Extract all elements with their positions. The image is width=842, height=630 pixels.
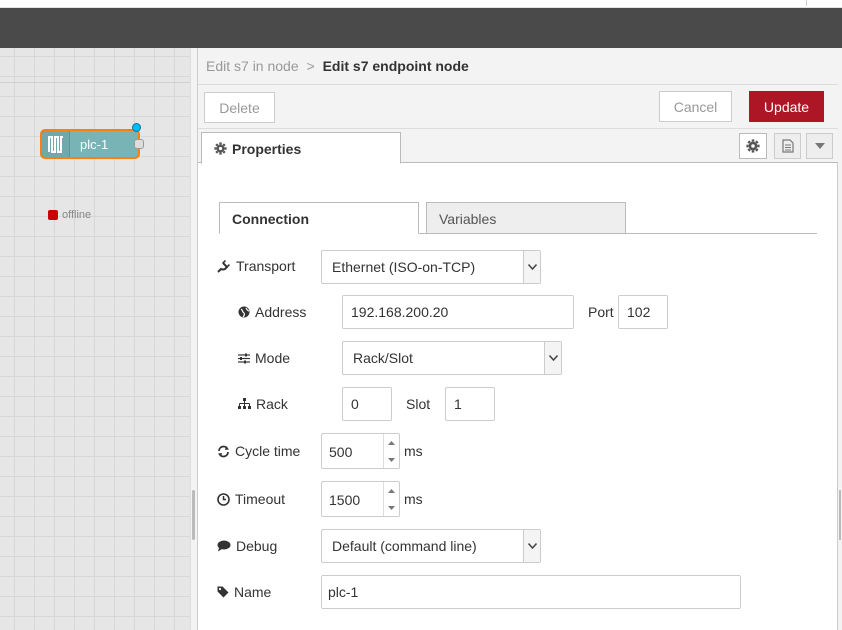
tab-properties-label: Properties — [232, 141, 302, 157]
chevron-down-icon — [548, 355, 558, 361]
flow-node-plc[interactable]: plc-1 — [40, 123, 144, 159]
browser-top-strip — [0, 0, 842, 8]
timeout-spinner[interactable]: 1500 — [321, 481, 400, 517]
document-icon — [781, 139, 794, 153]
update-button[interactable]: Update — [749, 91, 824, 122]
caret-down-icon[interactable] — [388, 505, 395, 510]
transport-select-arrow[interactable] — [523, 251, 540, 283]
tab-connection[interactable]: Connection — [219, 202, 419, 234]
chevron-down-icon — [527, 543, 537, 549]
node-icon-box — [42, 131, 70, 157]
rack-input[interactable] — [342, 387, 392, 421]
refresh-icon — [218, 445, 229, 457]
mode-select-arrow[interactable] — [544, 342, 561, 374]
pulse-wave-icon — [47, 136, 63, 153]
debug-select-arrow[interactable] — [523, 530, 540, 562]
subtab-bar: Connection Variables — [219, 202, 817, 234]
cycle-time-label: Cycle time — [217, 443, 300, 459]
address-label: Address — [238, 304, 306, 320]
node-label: plc-1 — [80, 137, 109, 152]
node-changed-indicator — [132, 123, 141, 132]
address-input[interactable] — [342, 295, 574, 329]
node-status-text: offline — [62, 209, 92, 221]
right-splitter[interactable] — [838, 48, 842, 630]
breadcrumb: Edit s7 in node > Edit s7 endpoint node — [198, 48, 838, 85]
status-dot-icon — [48, 210, 58, 220]
breadcrumb-parent[interactable]: Edit s7 in node — [206, 58, 299, 74]
right-splitter-grip[interactable] — [839, 490, 841, 540]
caret-up-icon[interactable] — [388, 488, 395, 493]
delete-button[interactable]: Delete — [204, 92, 275, 123]
tab-properties[interactable]: Properties — [201, 132, 401, 164]
debug-value: Default (command line) — [332, 538, 477, 554]
settings-tab-button[interactable] — [739, 133, 767, 159]
sliders-icon — [238, 353, 250, 363]
description-tab-button[interactable] — [774, 133, 801, 159]
app-header — [0, 8, 842, 48]
transport-value: Ethernet (ISO-on-TCP) — [332, 259, 476, 275]
tag-icon — [217, 586, 229, 598]
caret-up-icon[interactable] — [388, 440, 395, 445]
mode-value: Rack/Slot — [353, 350, 413, 366]
mode-label: Mode — [238, 350, 290, 366]
workspace-canvas[interactable]: plc-1 offline — [0, 48, 200, 630]
plug-icon — [217, 260, 230, 273]
timeout-label: Timeout — [217, 491, 285, 507]
name-label-text: Name — [234, 584, 272, 600]
address-label-text: Address — [255, 304, 307, 320]
globe-icon — [238, 306, 250, 318]
mode-label-text: Mode — [255, 350, 291, 366]
gear-icon — [214, 142, 227, 155]
transport-select[interactable]: Ethernet (ISO-on-TCP) — [321, 250, 541, 284]
rack-label: Rack — [238, 396, 288, 412]
debug-label: Debug — [217, 538, 277, 554]
more-tabs-button[interactable] — [806, 133, 833, 159]
cycle-time-stepper[interactable] — [383, 434, 399, 468]
tray-tabbar: Properties — [198, 129, 838, 164]
top-strip-edge — [806, 0, 842, 6]
breadcrumb-current: Edit s7 endpoint node — [322, 58, 469, 74]
tray-toolbar: Delete Cancel Update — [198, 85, 838, 129]
comment-icon — [217, 540, 231, 552]
tab-variables[interactable]: Variables — [426, 202, 626, 234]
properties-content: Connection Variables Transport Ethernet … — [198, 163, 838, 630]
chevron-down-icon — [527, 264, 537, 270]
slot-input[interactable] — [445, 387, 495, 421]
node-output-port[interactable] — [134, 139, 144, 149]
mode-select[interactable]: Rack/Slot — [342, 341, 562, 375]
cycle-time-unit: ms — [404, 443, 423, 459]
debug-label-text: Debug — [236, 538, 278, 554]
node-status: offline — [48, 209, 91, 221]
timeout-unit: ms — [404, 491, 423, 507]
port-label: Port — [588, 304, 614, 320]
transport-label-text: Transport — [236, 258, 296, 274]
gear-icon — [746, 139, 760, 153]
timeout-value: 1500 — [329, 492, 361, 508]
canvas-top-line — [0, 82, 200, 83]
cycle-time-spinner[interactable]: 500 — [321, 433, 400, 469]
clock-icon — [217, 492, 230, 506]
cancel-button[interactable]: Cancel — [659, 91, 732, 122]
breadcrumb-separator: > — [306, 58, 315, 74]
cycle-time-value: 500 — [329, 444, 353, 460]
transport-label: Transport — [217, 258, 295, 274]
slot-label: Slot — [406, 396, 431, 412]
name-input[interactable] — [321, 575, 741, 609]
caret-down-icon — [814, 143, 825, 149]
name-label: Name — [217, 584, 271, 600]
cycle-time-label-text: Cycle time — [235, 443, 301, 459]
rack-label-text: Rack — [256, 396, 288, 412]
debug-select[interactable]: Default (command line) — [321, 529, 541, 563]
caret-down-icon[interactable] — [388, 457, 395, 462]
splitter-grip[interactable] — [192, 490, 195, 540]
port-input[interactable] — [618, 295, 668, 329]
edit-tray: Edit s7 in node > Edit s7 endpoint node … — [197, 48, 838, 630]
timeout-label-text: Timeout — [235, 491, 286, 507]
sitemap-icon — [238, 398, 251, 409]
timeout-stepper[interactable] — [383, 482, 399, 516]
